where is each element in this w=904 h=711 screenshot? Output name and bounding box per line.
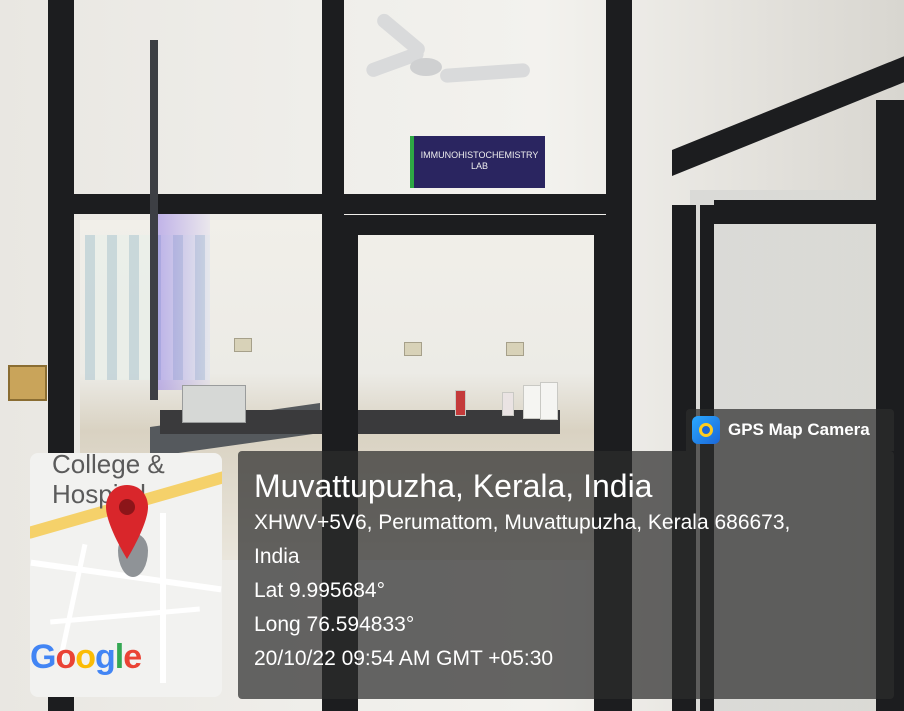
ceiling-fan [410, 58, 442, 76]
app-badge: GPS Map Camera [686, 409, 894, 451]
reagent-bottle [455, 390, 466, 416]
latitude: Lat 9.995684° [254, 579, 386, 602]
app-name: GPS Map Camera [728, 420, 870, 439]
longitude: Long 76.594833° [254, 613, 415, 636]
photo: IMMUNOHISTOCHEMISTRY LAB GPS Map Camera … [0, 0, 904, 711]
location-text: Muvattupuzha, Kerala, India XHWV+5V6, Pe… [254, 466, 790, 676]
map-road [160, 513, 166, 683]
location-title: Muvattupuzha, Kerala, India [254, 468, 653, 504]
door-frame-top [344, 215, 606, 235]
lab-instrument [182, 385, 246, 423]
wall-socket [506, 342, 524, 356]
map-thumbnail: College & Hospital Google [30, 453, 222, 697]
google-logo: Google [30, 638, 142, 676]
wall-socket [234, 338, 252, 352]
reagent-bottle [523, 385, 541, 419]
light-reflection [150, 200, 210, 390]
address-line-2: India [254, 545, 300, 568]
fan-blade [439, 62, 531, 84]
map-pin-icon [106, 485, 148, 559]
back-window-frame [150, 40, 158, 400]
reagent-bottle [502, 392, 514, 416]
gps-map-camera-icon [692, 416, 720, 444]
timestamp: 20/10/22 09:54 AM GMT +05:30 [254, 647, 554, 670]
right-door-rail [714, 200, 890, 224]
lab-sign: IMMUNOHISTOCHEMISTRY LAB [410, 136, 545, 188]
reagent-bottle [540, 382, 558, 420]
right-door-top-frame [672, 56, 904, 176]
frame-transom [48, 194, 632, 214]
address-line-1: XHWV+5V6, Perumattom, Muvattupuzha, Kera… [254, 511, 791, 534]
wall-switch [8, 365, 47, 401]
wall-socket [404, 342, 422, 356]
